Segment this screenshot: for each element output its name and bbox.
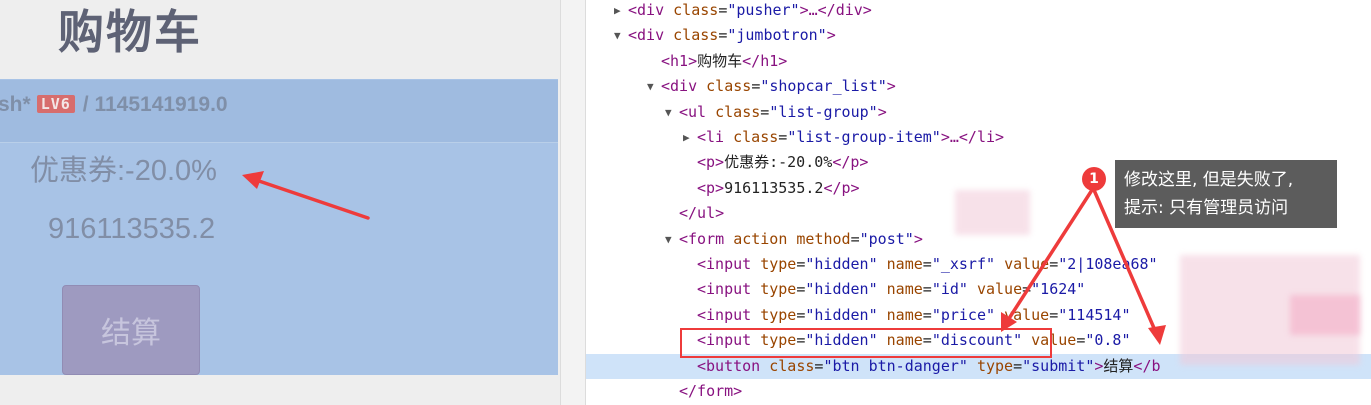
annotation-line-2: 提示: 只有管理员访问 xyxy=(1124,198,1289,218)
page-preview: 购物车 sh* LV6 / 1145141919.0 优惠券:-20.0% 9161… xyxy=(0,0,560,405)
dom-node-row[interactable]: ▼ <div class="jumbotron"> xyxy=(586,23,1371,48)
dom-node-code: <div class="pusher">…</div> xyxy=(628,1,872,19)
dom-node-row[interactable]: ▶ <li class="list-group-item">…</li> xyxy=(586,125,1371,150)
dom-node-row[interactable]: </form> xyxy=(586,379,1371,404)
dom-node-code: <div class="jumbotron"> xyxy=(628,26,836,45)
checkout-button[interactable]: 结算 xyxy=(62,285,200,375)
coupon-text: 优惠券:-20.0% xyxy=(30,155,217,187)
redaction-scribble xyxy=(955,190,1030,235)
dom-node-code: <input type="hidden" name="id" value="16… xyxy=(697,280,1086,299)
dom-node-code: </form> xyxy=(679,382,743,400)
level-badge: LV6 xyxy=(36,95,75,113)
dom-node-code: </ul> xyxy=(679,204,725,223)
collapse-caret-icon[interactable]: ▶ xyxy=(614,0,621,23)
dom-node-code: <p>916113535.2</p> xyxy=(697,178,860,197)
expand-caret-icon[interactable]: ▼ xyxy=(665,227,672,252)
dom-node-code: <div class="shopcar_list"> xyxy=(661,77,896,96)
dom-node-code: <li class="list-group-item">…</li> xyxy=(697,128,1005,146)
dom-node-code: <h1>购物车</h1> xyxy=(661,51,788,70)
dom-node-row[interactable]: <h1>购物车</h1> xyxy=(586,49,1371,74)
dom-node-code: <input type="hidden" name="price" value=… xyxy=(697,305,1131,324)
dom-node-code: <form action method="post"> xyxy=(679,229,923,248)
dom-node-row[interactable]: ▼ <ul class="list-group"> xyxy=(586,100,1371,125)
cart-item-text: sh* LV6 / 1145141919.0 xyxy=(0,93,228,117)
expand-caret-icon[interactable]: ▼ xyxy=(665,100,672,125)
item-price: / 1145141919.0 xyxy=(82,93,228,116)
annotation-badge: 1 xyxy=(1082,167,1106,191)
redaction-scribble xyxy=(1290,295,1360,335)
total-amount: 916113535.2 xyxy=(48,213,216,245)
dom-node-code: <p>优惠券:-20.0%</p> xyxy=(697,153,869,172)
collapse-caret-icon[interactable]: ▶ xyxy=(683,125,690,150)
expand-caret-icon[interactable]: ▼ xyxy=(614,23,621,48)
dom-node-row[interactable]: ▶ <div class="pusher">…</div> xyxy=(586,0,1371,23)
dom-node-code: <ul class="list-group"> xyxy=(679,102,887,121)
dom-node-code: <input type="hidden" name="_xsrf" value=… xyxy=(697,255,1158,273)
panel-splitter[interactable] xyxy=(560,0,586,405)
expand-caret-icon[interactable]: ▼ xyxy=(647,74,654,99)
page-title: 购物车 xyxy=(58,5,202,59)
annotation-note: 修改这里, 但是失败了, 提示: 只有管理员访问 xyxy=(1115,160,1337,228)
highlight-box xyxy=(680,328,1052,358)
dom-node-row[interactable]: ▼ <div class="shopcar_list"> xyxy=(586,74,1371,99)
annotation-line-1: 修改这里, 但是失败了, xyxy=(1124,170,1294,190)
item-name: sh* xyxy=(0,93,31,116)
